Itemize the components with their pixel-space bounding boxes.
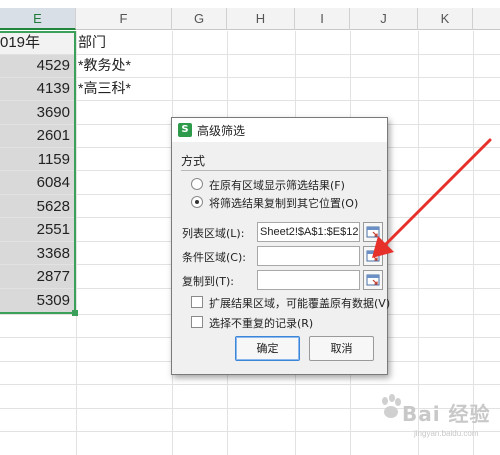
cancel-button[interactable]: 取消 xyxy=(309,336,374,361)
column-header-j[interactable]: J xyxy=(350,8,418,30)
expand-result-label: 扩展结果区域，可能覆盖原有数据(V) xyxy=(209,297,391,310)
column-header-f[interactable]: F xyxy=(76,8,172,30)
copy-to-input[interactable] xyxy=(257,270,360,290)
column-header-e[interactable]: E xyxy=(0,8,76,30)
list-range-input[interactable]: Sheet2!$A$1:$E$12 xyxy=(257,222,360,242)
radio-copy-to[interactable] xyxy=(191,196,203,208)
wps-sheet-icon: S xyxy=(178,123,192,137)
criteria-range-row: 条件区域(C): xyxy=(182,246,387,266)
baidu-watermark: Bai 经验 jingyan.baidu.com xyxy=(378,388,496,448)
selection-border xyxy=(0,31,76,314)
watermark-text: Bai 经验 xyxy=(402,402,491,426)
watermark-subtext: jingyan.baidu.com xyxy=(414,429,479,438)
list-range-label: 列表区域(L): xyxy=(182,227,245,240)
baidu-paw-icon xyxy=(382,394,401,418)
dialog-title: 高级筛选 xyxy=(197,124,246,138)
ok-button[interactable]: 确定 xyxy=(235,336,300,361)
dialog-title-bar[interactable]: S 高级筛选 xyxy=(172,118,387,142)
copy-to-label: 复制到(T): xyxy=(182,275,235,288)
column-header-g[interactable]: G xyxy=(172,8,227,30)
cell-f-criteria[interactable]: *高三科* xyxy=(77,77,177,100)
range-select-icon xyxy=(366,226,380,238)
list-range-picker-button[interactable] xyxy=(363,222,383,242)
range-select-icon xyxy=(366,274,380,286)
criteria-range-input[interactable] xyxy=(257,246,360,266)
column-header-bar: E F G H I J K xyxy=(0,8,500,30)
advanced-filter-dialog: S 高级筛选 方式 在原有区域显示筛选结果(F) 将筛选结果复制到其它位置(O)… xyxy=(171,117,390,375)
cell-f1-header[interactable]: 部门 xyxy=(77,31,177,54)
unique-records-label: 选择不重复的记录(R) xyxy=(209,317,314,330)
copy-to-picker-button[interactable] xyxy=(363,270,383,290)
unique-records-checkbox[interactable] xyxy=(191,316,203,328)
criteria-range-label: 条件区域(C): xyxy=(182,251,246,264)
column-header-h[interactable]: H xyxy=(227,8,295,30)
column-header-k[interactable]: K xyxy=(418,8,473,30)
radio-copy-label: 将筛选结果复制到其它位置(O) xyxy=(209,197,359,210)
method-group-label: 方式 xyxy=(181,154,206,168)
column-header-i[interactable]: I xyxy=(295,8,350,30)
expand-result-checkbox[interactable] xyxy=(191,296,203,308)
filter-method-group: 方式 在原有区域显示筛选结果(F) 将筛选结果复制到其它位置(O) 列表区域(L… xyxy=(177,146,390,330)
radio-in-place-label: 在原有区域显示筛选结果(F) xyxy=(209,179,345,192)
cell-f-criteria[interactable]: *教务处* xyxy=(77,54,177,77)
spreadsheet: E F G H I J K 019年 4529 4139 3690 2601 1… xyxy=(0,0,500,455)
list-range-row: 列表区域(L): Sheet2!$A$1:$E$12 xyxy=(182,222,387,242)
range-select-icon xyxy=(366,250,380,262)
group-divider xyxy=(181,170,381,171)
criteria-range-picker-button[interactable] xyxy=(363,246,383,266)
copy-to-row: 复制到(T): xyxy=(182,270,387,290)
fill-handle[interactable] xyxy=(72,310,78,316)
radio-in-place[interactable] xyxy=(191,178,203,190)
